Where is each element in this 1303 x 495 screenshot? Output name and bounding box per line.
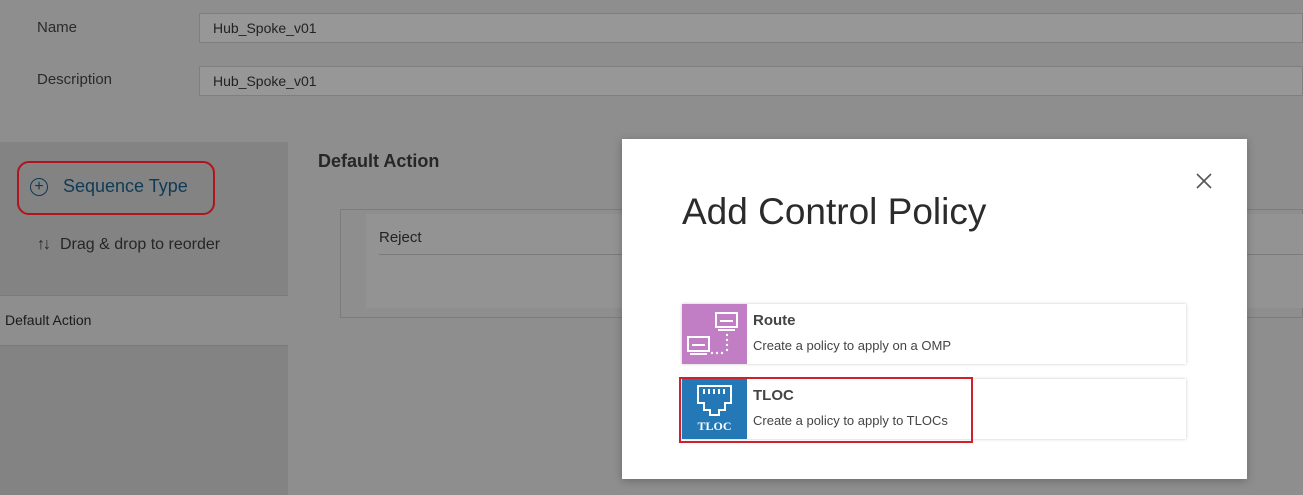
drag-reorder-hint: ↑↓ Drag & drop to reorder xyxy=(37,236,220,254)
route-icon xyxy=(682,304,747,364)
route-option-card[interactable]: Route Create a policy to apply on a OMP xyxy=(682,304,1186,364)
description-label: Description xyxy=(37,71,113,88)
highlight-sequence-type xyxy=(17,161,215,215)
route-option-description: Create a policy to apply on a OMP xyxy=(753,338,951,353)
highlight-tloc-option xyxy=(679,377,973,443)
modal-title: Add Control Policy xyxy=(682,191,987,232)
reorder-arrows-icon: ↑↓ xyxy=(37,236,51,253)
drag-reorder-label: Drag & drop to reorder xyxy=(60,236,221,253)
default-action-title: Default Action xyxy=(318,151,440,171)
sidebar-item-default-action[interactable]: Default Action xyxy=(0,295,288,346)
name-input[interactable]: Hub_Spoke_v01 xyxy=(199,13,1303,43)
close-icon[interactable] xyxy=(1194,171,1214,191)
default-action-value[interactable]: Reject xyxy=(379,229,422,246)
description-input[interactable]: Hub_Spoke_v01 xyxy=(199,66,1303,96)
route-option-title: Route xyxy=(753,312,796,329)
name-label: Name xyxy=(37,19,78,36)
